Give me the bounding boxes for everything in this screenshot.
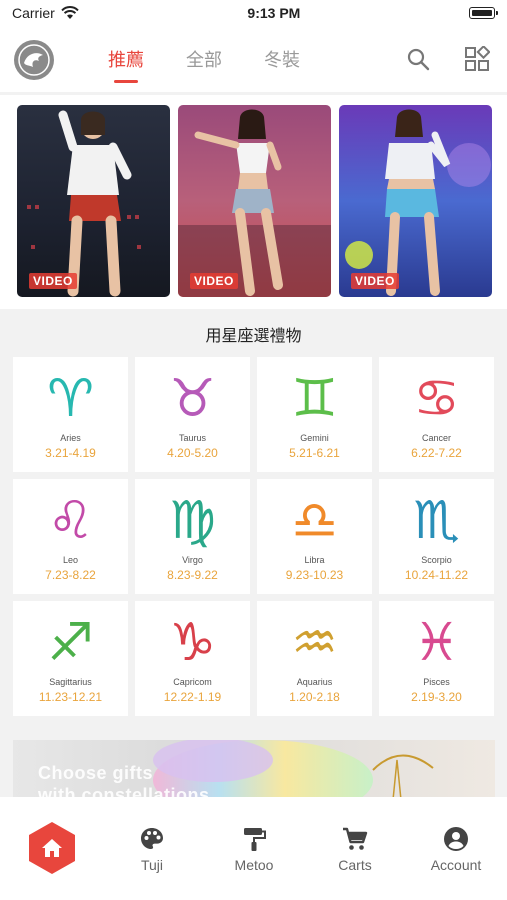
zodiac-dates: 7.23-8.22 <box>45 568 96 582</box>
zodiac-card-virgo[interactable]: ♍ Virgo 8.23-9.22 <box>135 479 250 594</box>
tab-recommended[interactable]: 推薦 <box>108 46 144 72</box>
zodiac-card-gemini[interactable]: ♊ Gemini 5.21-6.21 <box>257 357 372 472</box>
paint-roller-icon <box>244 828 266 851</box>
section-title: 用星座選禮物 <box>205 328 302 345</box>
app-logo[interactable] <box>14 40 54 80</box>
zodiac-symbol-icon: ♍ <box>169 491 216 551</box>
zodiac-card-taurus[interactable]: ♉ Taurus 4.20-5.20 <box>135 357 250 472</box>
zodiac-symbol-icon: ♏ <box>413 491 460 551</box>
home-button[interactable] <box>25 821 79 875</box>
status-bar: Carrier 9:13 PM <box>0 0 507 26</box>
zodiac-card-cancer[interactable]: ♋ Cancer 6.22-7.22 <box>379 357 494 472</box>
nav-label: Tuji <box>140 857 164 873</box>
zodiac-card-aries[interactable]: ♈ Aries 3.21-4.19 <box>13 357 128 472</box>
zodiac-name: Capricom <box>173 677 212 687</box>
video-card[interactable]: VIDEO <box>17 105 170 297</box>
zodiac-dates: 1.20-2.18 <box>289 690 340 704</box>
active-tab-indicator <box>114 80 138 83</box>
account-icon <box>444 827 468 851</box>
zodiac-name: Cancer <box>421 433 451 443</box>
nav-label: Account <box>430 857 482 873</box>
zodiac-dates: 4.20-5.20 <box>167 446 218 460</box>
zodiac-symbol-icon: ♓ <box>413 613 460 673</box>
search-icon[interactable] <box>405 46 431 72</box>
carrier-label: Carrier <box>12 5 55 21</box>
zodiac-dates: 12.22-1.19 <box>163 690 222 704</box>
zodiac-card-capricom[interactable]: ♑ Capricom 12.22-1.19 <box>135 601 250 716</box>
top-header: 推薦 全部 冬裝 <box>0 26 507 92</box>
zodiac-card-leo[interactable]: ♌ Leo 7.23-8.22 <box>13 479 128 594</box>
zodiac-dates: 6.22-7.22 <box>411 446 462 460</box>
video-badge: VIDEO <box>190 273 238 289</box>
battery-icon <box>468 7 498 19</box>
video-thumbnail <box>345 109 491 296</box>
cart-icon <box>343 827 368 850</box>
zodiac-symbol-icon: ♐ <box>47 613 94 673</box>
zodiac-card-aquarius[interactable]: ♒ Aquarius 1.20-2.18 <box>257 601 372 716</box>
zodiac-symbol-icon: ♋ <box>413 369 460 429</box>
zodiac-card-scorpio[interactable]: ♏ Scorpio 10.24-11.22 <box>379 479 494 594</box>
bottom-navigation: Tuji Metoo Carts Account <box>0 797 507 900</box>
dragon-logo-icon <box>18 44 50 76</box>
zodiac-dates: 5.21-6.21 <box>289 446 340 460</box>
nav-item-account[interactable]: Account <box>416 825 496 873</box>
video-carousel: VIDEO VIDEO VIDEO <box>0 95 507 309</box>
constellation-gift-banner[interactable]: Choose gifts with constellations <box>13 740 495 800</box>
zodiac-symbol-icon: ♊ <box>291 369 338 429</box>
zodiac-name: Leo <box>62 555 79 565</box>
zodiac-dates: 3.21-4.19 <box>45 446 96 460</box>
zodiac-card-pisces[interactable]: ♓ Pisces 2.19-3.20 <box>379 601 494 716</box>
zodiac-name: Aquarius <box>296 677 333 687</box>
zodiac-symbol-icon: ♉ <box>169 369 216 429</box>
banner-text: Choose gifts with constellations <box>38 762 210 800</box>
nav-item-carts[interactable]: Carts <box>315 825 395 873</box>
wifi-icon <box>61 6 79 19</box>
zodiac-dates: 11.23-12.21 <box>38 690 103 704</box>
zodiac-name: Aries <box>60 433 81 443</box>
zodiac-symbol-icon: ♑ <box>169 613 216 673</box>
tab-all[interactable]: 全部 <box>186 46 222 72</box>
zodiac-dates: 9.23-10.23 <box>285 568 344 582</box>
nav-label: Metoo <box>234 857 274 873</box>
zodiac-name: Taurus <box>178 433 206 443</box>
zodiac-dates: 10.24-11.22 <box>404 568 469 582</box>
zodiac-symbol-icon: ♈ <box>47 369 94 429</box>
zodiac-name: Virgo <box>182 555 203 565</box>
zodiac-card-sagittarius[interactable]: ♐ Sagittarius 11.23-12.21 <box>13 601 128 716</box>
carrier-info: Carrier <box>12 5 79 21</box>
zodiac-dates: 8.23-9.22 <box>167 568 218 582</box>
nav-label: Carts <box>338 857 372 873</box>
zodiac-name: Scorpio <box>421 555 452 565</box>
zodiac-name: Libra <box>304 555 325 565</box>
video-badge: VIDEO <box>29 273 77 289</box>
nav-item-tuji[interactable]: Tuji <box>112 825 192 873</box>
category-grid-icon[interactable] <box>464 46 490 72</box>
zodiac-symbol-icon: ♒ <box>291 613 338 673</box>
video-card[interactable]: VIDEO <box>178 105 331 297</box>
banner-line-1: Choose gifts <box>38 763 154 783</box>
zodiac-symbol-icon: ♌ <box>47 491 94 551</box>
zodiac-symbol-icon: ♎ <box>291 491 338 551</box>
tab-winter[interactable]: 冬裝 <box>264 46 300 72</box>
nav-item-metoo[interactable]: Metoo <box>214 825 294 873</box>
video-badge: VIDEO <box>351 273 399 289</box>
zodiac-name: Sagittarius <box>49 677 92 687</box>
zodiac-card-libra[interactable]: ♎ Libra 9.23-10.23 <box>257 479 372 594</box>
video-card[interactable]: VIDEO <box>339 105 492 297</box>
clock: 9:13 PM <box>247 5 301 21</box>
video-thumbnail <box>178 109 331 297</box>
video-thumbnail <box>27 110 141 297</box>
zodiac-name: Pisces <box>423 677 450 687</box>
zodiac-name: Gemini <box>300 433 329 443</box>
zodiac-dates: 2.19-3.20 <box>411 690 462 704</box>
palette-icon <box>141 828 163 849</box>
zodiac-grid: ♈ Aries 3.21-4.19 ♉ Taurus 4.20-5.20 ♊ Gemini 5.… <box>13 357 495 716</box>
